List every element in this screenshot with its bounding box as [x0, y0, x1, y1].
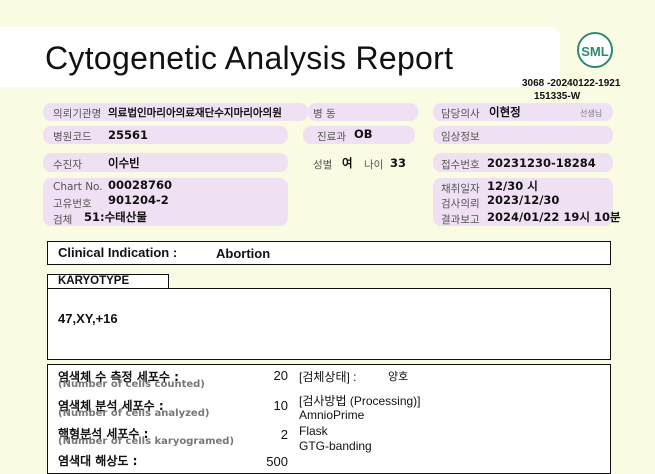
specimen-state-label: [검체상태] : — [299, 370, 357, 384]
dept-label: 진료과 — [317, 131, 346, 143]
cells-karyogramed-value: 2 — [280, 427, 288, 442]
karyotype-box — [47, 288, 611, 360]
chart-no-label: Chart No. — [53, 181, 103, 193]
result-date-label: 결과보고 — [441, 214, 480, 226]
age-value: 33 — [390, 156, 407, 170]
method-line-3: GTG-banding — [299, 439, 372, 453]
dept-value: OB — [354, 127, 373, 141]
doctor-label: 담당의사 — [441, 108, 480, 120]
collect-date-value: 12/30 시 — [487, 179, 538, 193]
sex-value: 여 — [342, 156, 353, 170]
ward-label: 병 동 — [313, 108, 336, 120]
unique-no-value: 901204-2 — [108, 193, 169, 207]
specimen-label: 검체 — [53, 214, 73, 226]
report-ref-line1: 3068 -20240122-1921 — [522, 78, 621, 89]
report-ref-line2: 151335-W — [534, 91, 581, 102]
receipt-label: 접수번호 — [441, 159, 480, 171]
karyotype-tab: KARYOTYPE — [47, 274, 169, 289]
cells-analyzed-value: 10 — [273, 398, 288, 413]
page-title: Cytogenetic Analysis Report — [45, 40, 454, 76]
cells-karyogramed-sub: (Number of cells karyogramed) — [58, 436, 235, 447]
cells-counted-value: 20 — [273, 368, 288, 383]
patient-label: 수진자 — [53, 159, 82, 171]
chart-no-value: 00028760 — [108, 178, 173, 192]
request-date-value: 2023/12/30 — [487, 193, 560, 207]
cells-analyzed-sub: (Number of cells analyzed) — [58, 408, 210, 419]
sml-logo-icon: SML — [577, 32, 613, 68]
age-label: 나이 — [364, 159, 384, 171]
clinical-info-label: 임상정보 — [441, 131, 480, 143]
collect-date-label: 채취일자 — [441, 183, 480, 195]
institution-value: 의료법인마리아의료재단수지마리아의원 — [108, 107, 282, 119]
hospital-code-label: 병원코드 — [53, 131, 92, 143]
request-date-label: 검사의뢰 — [441, 198, 480, 210]
band-resolution-label: 염색대 해상도 : — [58, 454, 138, 468]
karyotype-value: 47,XY,+16 — [58, 311, 118, 326]
method-line-2: Flask — [299, 424, 328, 438]
method-line-1: AmnioPrime — [299, 408, 365, 422]
cells-counted-sub: (Number of cells counted) — [58, 379, 205, 390]
result-date-value: 2024/01/22 19시 10분 — [487, 210, 621, 224]
doctor-value: 이현정 — [489, 105, 521, 119]
receipt-value: 20231230-18284 — [487, 156, 596, 170]
specimen-state-value: 양호 — [388, 371, 409, 383]
hospital-code-value: 25561 — [108, 128, 149, 142]
institution-label: 의뢰기관명 — [53, 108, 102, 120]
doctor-suffix: 선생님 — [580, 109, 603, 118]
clinical-indication-label: Clinical Indication : — [58, 245, 178, 260]
specimen-value: 51:수태산물 — [84, 210, 147, 224]
patient-value: 이수빈 — [108, 156, 140, 170]
clinical-indication-value: Abortion — [216, 246, 271, 261]
method-label: [검사방법 (Processing)] — [299, 394, 421, 408]
sex-label: 성별 — [313, 159, 333, 171]
